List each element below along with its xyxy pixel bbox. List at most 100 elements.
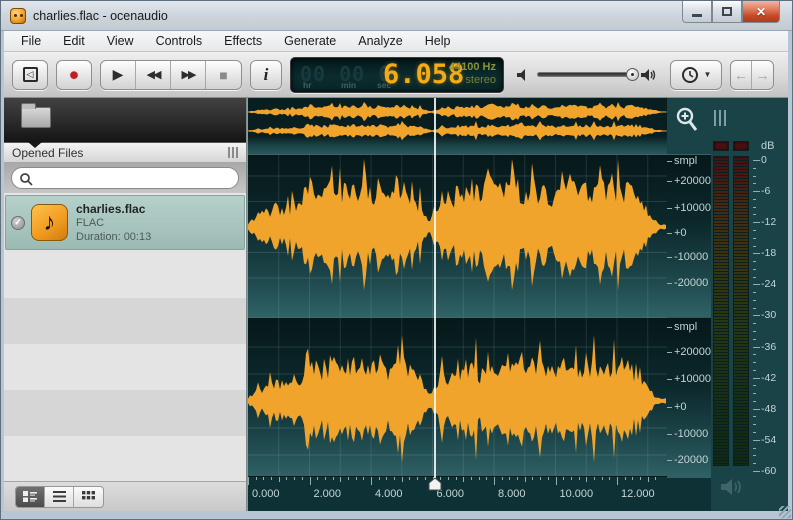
- list-row: [4, 252, 246, 298]
- clock-icon: [681, 66, 698, 83]
- close-button[interactable]: ✕: [742, 1, 780, 23]
- main-toolbar: ◁ ● ▶ ◀◀ ▶▶ ■ i 00 00 0 6.058 hr min sec…: [4, 52, 788, 98]
- resize-grip[interactable]: [779, 506, 791, 518]
- grid-view-icon: [82, 491, 95, 500]
- playhead-marker[interactable]: [428, 478, 442, 491]
- menu-edit[interactable]: Edit: [52, 32, 96, 50]
- menu-analyze[interactable]: Analyze: [347, 32, 413, 50]
- active-tab-notch: [28, 142, 42, 148]
- waveform-channel-1[interactable]: [248, 155, 667, 318]
- time-ruler[interactable]: 0.000 2.000 4.000 6.000 8.000 10.000 12.000: [248, 476, 667, 511]
- play-button[interactable]: ▶: [101, 60, 136, 89]
- file-duration: Duration: 00:13: [76, 230, 152, 243]
- amp-ruler-2: smpl +20000 +10000 +0 -10000 -20000: [667, 318, 711, 478]
- detail-view-button[interactable]: [16, 486, 45, 507]
- list-row: [4, 344, 246, 390]
- list-row: [4, 436, 246, 481]
- search-icon: [20, 173, 33, 186]
- search-row: [4, 163, 246, 193]
- list-view-button[interactable]: [45, 486, 74, 507]
- meter-grip-icon[interactable]: [714, 110, 728, 126]
- info-button[interactable]: i: [250, 59, 282, 90]
- view-mode-group: [15, 485, 104, 508]
- monitor-speaker-icon[interactable]: [719, 476, 745, 498]
- transport-group: ▶ ◀◀ ▶▶ ■: [100, 59, 242, 90]
- search-box[interactable]: [11, 167, 239, 189]
- sidebar-tab-strip: [4, 98, 246, 148]
- level-meters-panel: dB 0 -6 -12 -18 -24 -30 -36 -42 -48 -54 -60: [711, 98, 788, 511]
- window-title: charlies.flac - ocenaudio: [33, 8, 168, 23]
- volume-high-icon: [641, 68, 656, 81]
- level-meter-right: [733, 156, 749, 466]
- go-to-start-button[interactable]: ◁: [12, 59, 48, 90]
- menu-generate[interactable]: Generate: [273, 32, 347, 50]
- title-bar: charlies.flac - ocenaudio ✕: [1, 1, 792, 31]
- detail-view-icon: [23, 491, 37, 502]
- play-icon: ▶: [112, 66, 124, 82]
- panel-title: Opened Files: [12, 145, 84, 160]
- channel-mode: stereo: [465, 73, 496, 86]
- sidebar-footer: [4, 481, 246, 511]
- file-format: FLAC: [76, 216, 105, 229]
- fast-forward-icon: ▶▶: [181, 69, 197, 81]
- arrow-right-icon: →: [755, 66, 770, 83]
- list-view-icon: [52, 491, 66, 502]
- nav-back-button[interactable]: ←: [731, 60, 752, 89]
- peak-indicator-left: [713, 141, 729, 151]
- sample-rate: 44100 Hz: [448, 60, 496, 73]
- unit-sec: sec: [377, 79, 392, 90]
- rewind-icon: ◀◀: [146, 69, 162, 81]
- opened-files-folder-icon[interactable]: [21, 103, 51, 128]
- waveform-editor: 0.000 2.000 4.000 6.000 8.000 10.000 12.000 sm…: [247, 98, 788, 511]
- menu-help[interactable]: Help: [414, 32, 462, 50]
- amp-ruler-1: smpl +20000 +10000 +0 -10000 -20000: [667, 155, 711, 318]
- info-icon: i: [263, 64, 269, 84]
- record-button[interactable]: ●: [56, 59, 92, 90]
- playhead[interactable]: [434, 98, 436, 479]
- list-row: [4, 390, 246, 436]
- level-meter-left: [713, 156, 729, 466]
- maximize-button[interactable]: [712, 1, 742, 23]
- menu-file[interactable]: File: [10, 32, 52, 50]
- peak-indicator-right: [733, 141, 749, 151]
- panel-grip-icon[interactable]: [228, 147, 238, 158]
- volume-slider-knob[interactable]: [626, 68, 639, 81]
- minimize-button[interactable]: [682, 1, 712, 23]
- sidebar: Opened Files ✓ ♪ charlies.flac FLAC Dura…: [4, 98, 247, 511]
- unit-hr: hr: [303, 79, 312, 90]
- audio-file-icon: ♪: [31, 204, 68, 241]
- menu-effects[interactable]: Effects: [213, 32, 273, 50]
- unit-min: min: [341, 79, 357, 90]
- ruler-footer: [667, 478, 711, 511]
- fast-forward-button[interactable]: ▶▶: [171, 60, 206, 89]
- menu-controls[interactable]: Controls: [145, 32, 214, 50]
- file-list-item[interactable]: ✓ ♪ charlies.flac FLAC Duration: 00:13: [5, 195, 245, 250]
- volume-control: [516, 67, 658, 83]
- time-display: 00 00 0 6.058 hr min sec 44100 Hz stereo: [290, 56, 504, 93]
- waveform-view: 0.000 2.000 4.000 6.000 8.000 10.000 12.000: [247, 98, 667, 511]
- amplitude-ruler: smpl +20000 +10000 +0 -10000 -20000 smpl +2000…: [667, 98, 711, 511]
- time-format-button[interactable]: ▼: [670, 59, 722, 90]
- record-icon: ●: [68, 64, 80, 84]
- chevron-down-icon: ▼: [703, 70, 712, 79]
- zoom-icon[interactable]: [675, 107, 699, 133]
- menu-bar: File Edit View Controls Effects Generate…: [4, 31, 788, 52]
- volume-slider[interactable]: [537, 68, 639, 81]
- waveform-channel-2[interactable]: [248, 318, 667, 478]
- minimize-icon: [692, 14, 702, 17]
- nav-forward-button[interactable]: →: [752, 61, 773, 89]
- volume-low-icon: [517, 68, 525, 81]
- maximize-icon: [722, 7, 732, 16]
- check-icon: ✓: [11, 215, 25, 230]
- db-unit-label: dB: [761, 140, 775, 152]
- file-name: charlies.flac: [76, 201, 146, 216]
- rewind-button[interactable]: ◀◀: [136, 60, 171, 89]
- stop-button[interactable]: ■: [206, 61, 241, 89]
- search-input[interactable]: [38, 171, 208, 185]
- ruler-header: [667, 98, 711, 155]
- history-nav-group: ← →: [730, 59, 774, 90]
- grid-view-button[interactable]: [74, 487, 103, 507]
- overview-strip[interactable]: [248, 98, 667, 155]
- menu-view[interactable]: View: [96, 32, 145, 50]
- close-icon: ✕: [755, 4, 767, 19]
